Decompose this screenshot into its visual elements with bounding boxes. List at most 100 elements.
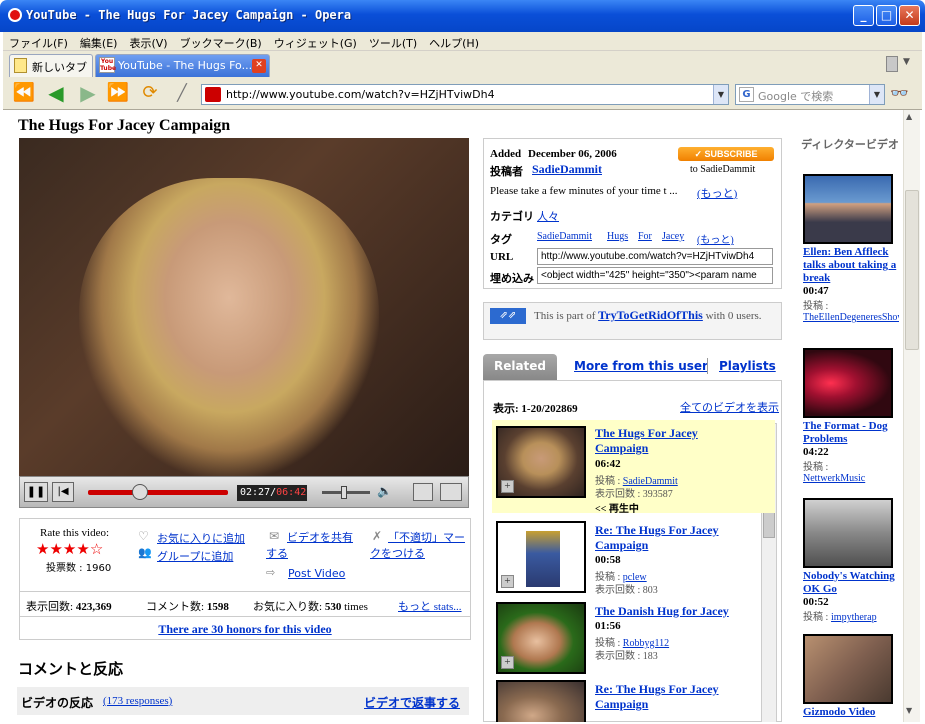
group-link[interactable]: グループに追加 [157, 548, 233, 564]
normal-size-button[interactable] [413, 483, 433, 501]
tab-related[interactable]: Related [483, 354, 557, 380]
volume-handle[interactable] [340, 486, 347, 499]
director-uploader-link[interactable]: impytherap [831, 612, 877, 623]
star-icon[interactable]: ★ [49, 540, 62, 558]
trash-icon[interactable] [886, 56, 898, 72]
all-videos-link[interactable]: 全てのビデオを表示 [680, 399, 779, 415]
rewind-button[interactable]: |◀ [52, 482, 74, 502]
embed-field[interactable]: <object width="425" height="350"><param … [537, 267, 773, 284]
director-title-link[interactable]: Gizmodo Video [803, 706, 899, 718]
playlist-link[interactable]: TryToGetRidOfThis [598, 308, 703, 322]
url-field[interactable]: http://www.youtube.com/watch?v=HZjHTviwD… [537, 248, 773, 265]
speaker-icon[interactable]: 🔈 [377, 484, 392, 498]
menu-view[interactable]: 表示(V) [123, 32, 173, 51]
search-input[interactable]: G Google で検索 ▼ [735, 84, 885, 105]
add-icon[interactable]: + [501, 480, 514, 493]
star-icon[interactable]: ★ [63, 540, 76, 558]
menu-tools[interactable]: ツール(T) [363, 32, 423, 51]
search-dropdown-button[interactable]: ▼ [869, 85, 884, 104]
tag-link[interactable]: For [638, 231, 652, 242]
related-title-link[interactable]: Re: The Hugs For Jacey Campaign [595, 523, 755, 553]
director-title-link[interactable]: Nobody's Watching OK Go [803, 570, 899, 596]
uploader-link[interactable]: SadieDammit [532, 162, 602, 177]
director-item[interactable]: Ellen: Ben Affleck talks about taking a … [803, 174, 899, 323]
tab-playlists[interactable]: Playlists [719, 359, 776, 373]
director-thumbnail[interactable] [803, 348, 893, 418]
menu-help[interactable]: ヘルプ(H) [423, 32, 485, 51]
menu-edit[interactable]: 編集(E) [74, 32, 124, 51]
share-link[interactable]: ビデオを共有する [266, 530, 361, 562]
menu-file[interactable]: ファイル(F) [3, 32, 74, 51]
more-stats-link[interactable]: もっと stats... [398, 598, 462, 614]
progress-track[interactable] [88, 490, 228, 495]
director-item[interactable]: Gizmodo Video [803, 634, 899, 718]
glasses-icon[interactable]: 👓 [890, 84, 909, 102]
tab-more-from-user[interactable]: More from this user [574, 359, 708, 373]
favorite-link[interactable]: お気に入りに追加 [157, 530, 245, 546]
tab-new[interactable]: 新しいタブ [9, 54, 93, 77]
scroll-thumb[interactable] [905, 190, 919, 350]
related-thumbnail[interactable]: + [496, 426, 586, 498]
tag-link[interactable]: Hugs [607, 231, 628, 242]
tag-link[interactable]: SadieDammit [537, 231, 592, 242]
forward-icon[interactable]: ▶ [75, 82, 101, 106]
video-reply-link[interactable]: ビデオで返事する [364, 694, 460, 711]
fast-forward-icon[interactable]: ⏩ [105, 82, 131, 106]
fullscreen-button[interactable] [440, 483, 462, 501]
menu-widgets[interactable]: ウィジェット(G) [268, 32, 363, 51]
related-title-link[interactable]: The Danish Hug for Jacey [595, 604, 765, 619]
close-button[interactable]: ✕ [899, 5, 920, 26]
related-item[interactable]: + Re: The Hugs For Jacey Campaign 00:58 … [492, 518, 775, 598]
related-title-link[interactable]: The Hugs For Jacey Campaign [595, 426, 715, 456]
star-icon[interactable]: ☆ [90, 540, 103, 558]
pause-button[interactable]: ❚❚ [24, 482, 48, 502]
add-icon[interactable]: + [501, 575, 514, 588]
director-thumbnail[interactable] [803, 498, 893, 568]
related-item[interactable]: + The Danish Hug for Jacey 01:56 投稿 : Ro… [492, 600, 775, 680]
related-item[interactable]: Re: The Hugs For Jacey Campaign [492, 678, 775, 722]
related-title-link[interactable]: Re: The Hugs For Jacey Campaign [595, 682, 745, 712]
tab-close-icon[interactable]: ✕ [252, 59, 266, 73]
subscribe-button[interactable]: ✓ SUBSCRIBE [678, 147, 774, 161]
related-item[interactable]: + The Hugs For Jacey Campaign 06:42 投稿 :… [492, 420, 775, 515]
star-icon[interactable]: ★ [36, 540, 49, 558]
related-thumbnail[interactable]: + [496, 521, 586, 593]
director-thumbnail[interactable] [803, 174, 893, 244]
edit-icon[interactable]: ╱ [169, 82, 195, 106]
flag-link[interactable]: 「不適切」マークをつける [370, 530, 466, 562]
rewind-icon[interactable]: ⏪ [11, 82, 37, 106]
responses-link[interactable]: (173 responses) [103, 695, 172, 707]
maximize-button[interactable]: □ [876, 5, 897, 26]
back-icon[interactable]: ◀ [43, 82, 69, 106]
progress-handle[interactable] [131, 484, 148, 500]
page-scrollbar[interactable]: ▲ ▼ [903, 110, 920, 722]
director-title-link[interactable]: Ellen: Ben Affleck talks about taking a … [803, 246, 899, 285]
scroll-down-icon[interactable]: ▼ [906, 706, 918, 718]
add-icon[interactable]: + [501, 656, 514, 669]
rating-stars[interactable]: ★★★★☆ [36, 540, 103, 558]
director-item[interactable]: Nobody's Watching OK Go 00:52 投稿 : impyt… [803, 498, 899, 623]
tags-more-link[interactable]: (もっと) [697, 231, 734, 246]
tab-youtube[interactable]: You Tube YouTube - The Hugs Fo... ✕ [95, 54, 270, 77]
video-player[interactable] [19, 138, 469, 478]
related-thumbnail[interactable] [496, 680, 586, 722]
chevron-down-icon[interactable]: ▼ [903, 57, 910, 67]
menu-bookmarks[interactable]: ブックマーク(B) [174, 32, 268, 51]
director-uploader-link[interactable]: TheEllenDegeneresShow [803, 312, 899, 323]
tag-link[interactable]: Jacey [662, 231, 684, 242]
category-link[interactable]: 人々 [537, 208, 559, 224]
reload-icon[interactable]: ⟳ [137, 82, 163, 106]
director-thumbnail[interactable] [803, 634, 893, 704]
address-dropdown-button[interactable]: ▼ [713, 85, 728, 104]
director-item[interactable]: The Format - Dog Problems 04:22 投稿 : Net… [803, 348, 899, 484]
director-uploader-link[interactable]: NettwerkMusic [803, 473, 899, 484]
scroll-up-icon[interactable]: ▲ [906, 112, 918, 124]
honors-link[interactable]: There are 30 honors for this video [158, 622, 331, 636]
post-video-link[interactable]: Post Video [288, 567, 345, 580]
description-more-link[interactable]: (もっと) [697, 185, 737, 201]
minimize-button[interactable]: _ [853, 5, 874, 26]
related-thumbnail[interactable]: + [496, 602, 586, 674]
director-title-link[interactable]: The Format - Dog Problems [803, 420, 899, 446]
star-icon[interactable]: ★ [76, 540, 89, 558]
address-input[interactable]: http://www.youtube.com/watch?v=HZjHTviwD… [201, 84, 729, 105]
